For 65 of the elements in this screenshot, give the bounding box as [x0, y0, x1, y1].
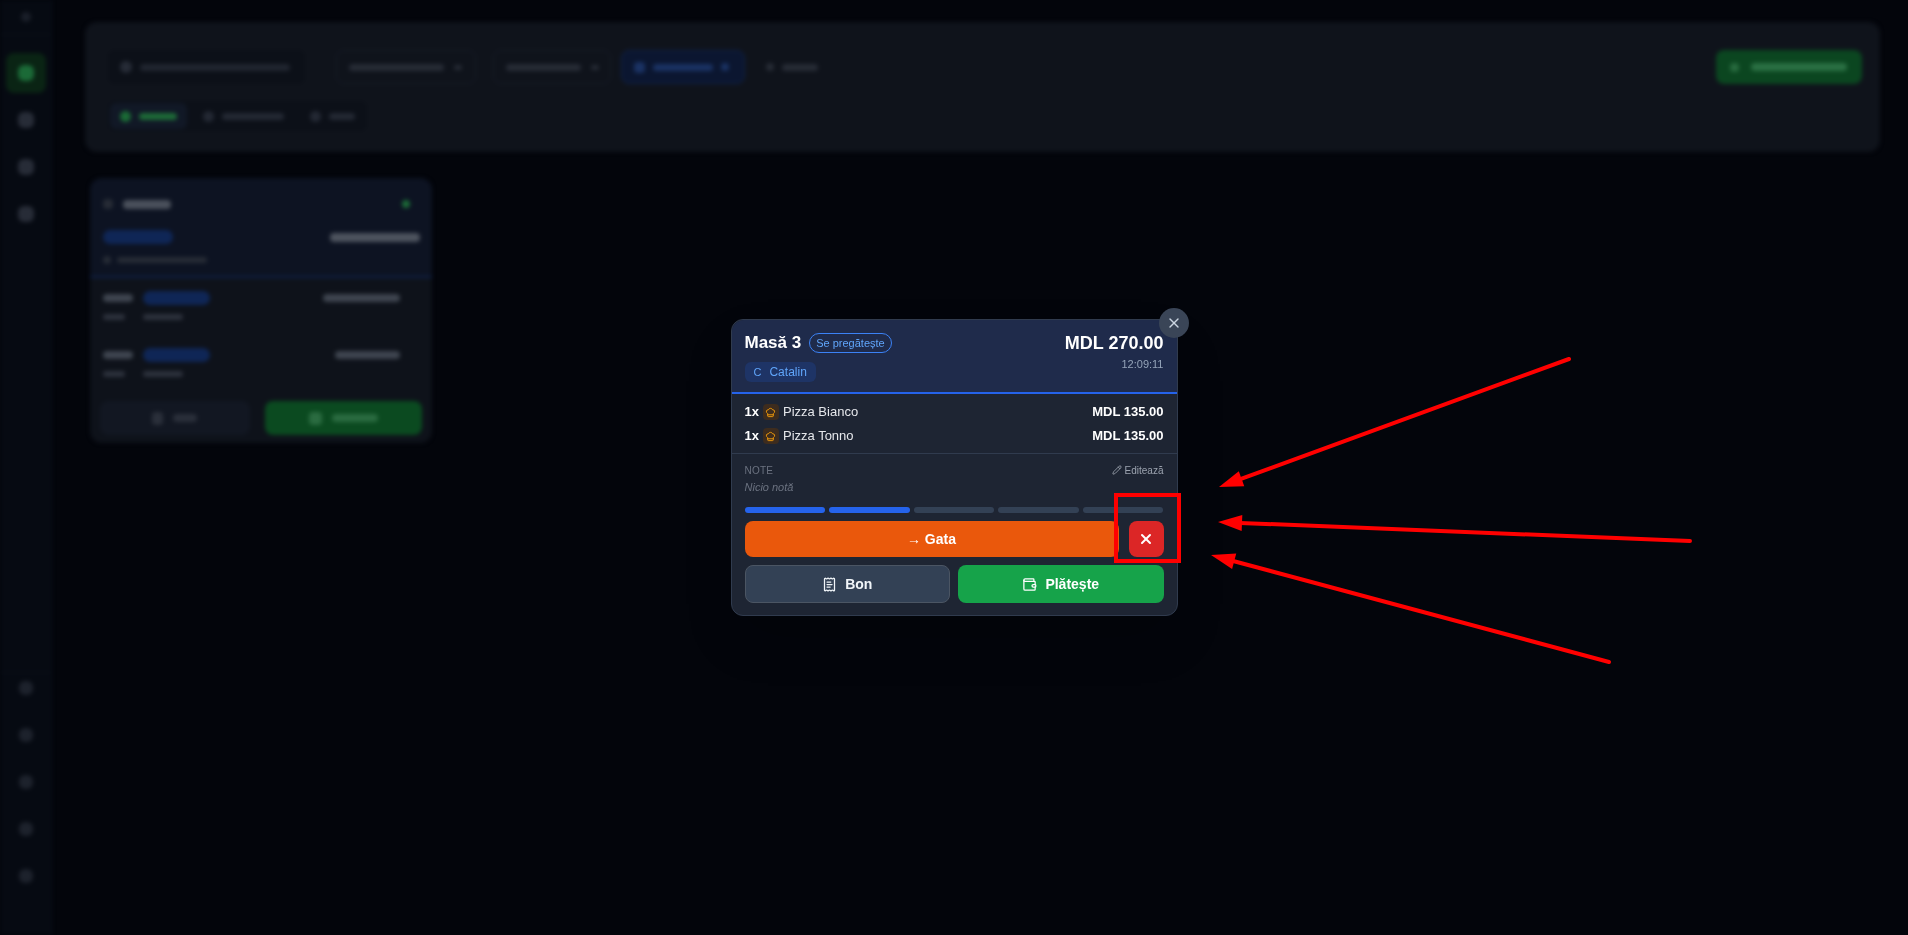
filter-tab[interactable]	[110, 103, 187, 129]
item-name: Pizza Tonno	[782, 427, 854, 446]
blurred-text	[331, 414, 378, 422]
advance-status-button[interactable]: → Gata	[744, 521, 1119, 557]
blurred-icon	[120, 61, 132, 73]
order-time: 12:09:11	[1121, 357, 1164, 371]
receipt-icon	[822, 576, 838, 592]
blurred-text	[123, 199, 171, 209]
receipt-button[interactable]: Bon	[744, 565, 950, 603]
blurred-icon	[634, 61, 645, 73]
nav-item[interactable]	[5, 53, 46, 93]
waiter-initial: C	[753, 364, 762, 380]
waiter-name: Catalin	[769, 364, 807, 381]
blurred-icon	[721, 63, 729, 71]
blurred-text	[103, 371, 125, 377]
blurred-icon[interactable]	[18, 728, 33, 742]
item-quantity: 1x	[744, 403, 759, 422]
pay-button[interactable]	[264, 401, 422, 435]
blurred-icon	[17, 65, 34, 81]
blurred-icon	[310, 110, 321, 122]
new-order-button[interactable]	[1716, 50, 1862, 84]
blurred-icon[interactable]	[18, 822, 33, 836]
notes-label: NOTE	[744, 463, 774, 478]
item-price: MDL 135.00	[1092, 403, 1164, 422]
pencil-icon	[1111, 465, 1122, 475]
blurred-icon[interactable]	[18, 775, 33, 789]
status-badge	[103, 230, 173, 244]
status-badge	[143, 348, 210, 362]
blurred-icon	[152, 411, 164, 425]
cancel-button[interactable]	[1128, 521, 1164, 557]
blurred-icon[interactable]	[18, 681, 33, 695]
blurred-text	[222, 112, 284, 120]
blurred-icon	[120, 110, 131, 122]
blurred-icon	[1730, 62, 1739, 72]
item-quantity: 1x	[744, 427, 759, 446]
blurred-text	[139, 112, 177, 120]
blurred-text	[329, 112, 355, 120]
blurred-icon	[203, 110, 214, 122]
blurred-text	[103, 351, 133, 359]
pay-button[interactable]: Plătește	[958, 565, 1164, 603]
status-badge	[143, 291, 210, 305]
chef-hat-icon	[762, 404, 779, 420]
edit-notes-button[interactable]: Editează	[1111, 462, 1164, 478]
close-button[interactable]	[1158, 308, 1189, 338]
blurred-icon	[17, 112, 34, 128]
blurred-text	[143, 371, 183, 377]
blurred-icon	[308, 411, 322, 425]
blurred-text	[103, 294, 133, 302]
blurred-icon	[17, 206, 34, 222]
notes-text: Nicio notă	[744, 480, 795, 494]
chef-hat-icon	[762, 428, 779, 444]
highlight-rectangle	[1114, 493, 1181, 563]
blurred-text	[143, 314, 183, 320]
dialog-title: Masă 3	[744, 332, 802, 354]
close-icon	[1138, 531, 1154, 547]
date-filter[interactable]	[621, 50, 745, 84]
item-price: MDL 135.00	[1092, 427, 1164, 446]
blurred-text	[103, 314, 125, 320]
blurred-text	[653, 63, 713, 71]
blurred-icon	[17, 159, 34, 175]
blurred-icon[interactable]	[18, 869, 33, 883]
wallet-icon	[1022, 576, 1038, 592]
order-total: MDL 270.00	[1064, 332, 1164, 354]
blurred-text	[335, 351, 400, 359]
item-name: Pizza Bianco	[782, 403, 859, 422]
